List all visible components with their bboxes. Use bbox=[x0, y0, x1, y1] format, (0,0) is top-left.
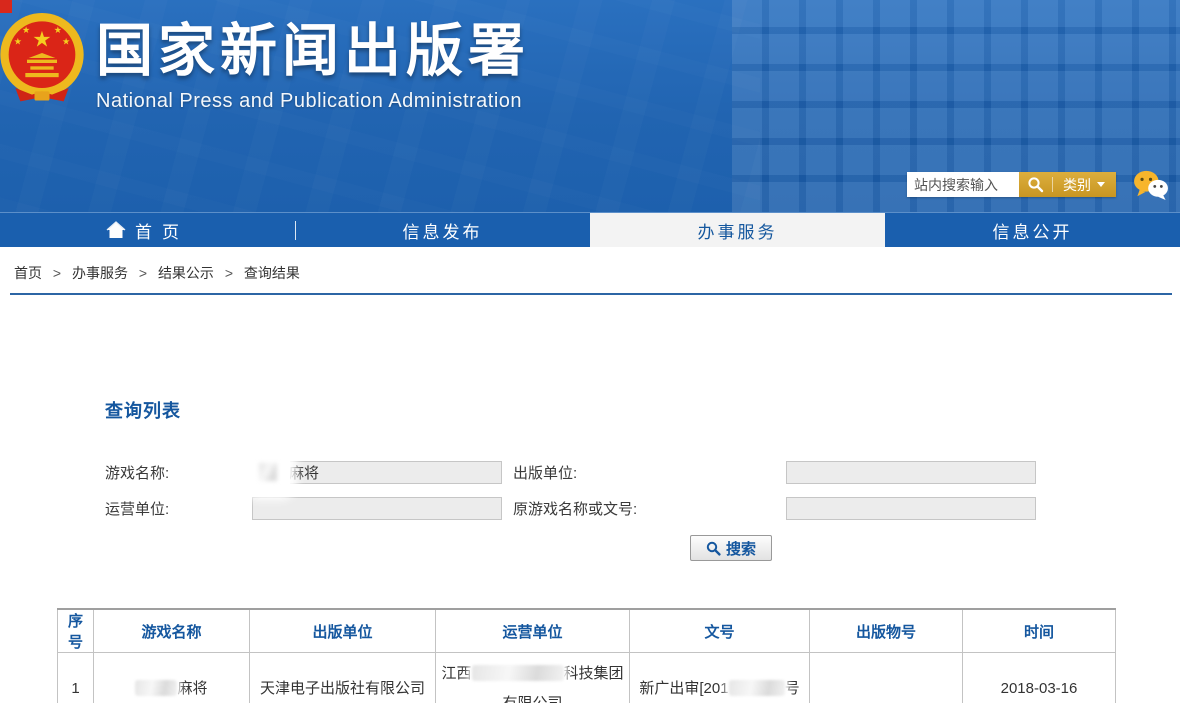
svg-text:★: ★ bbox=[62, 37, 70, 47]
nav-label-services: 办事服务 bbox=[698, 218, 778, 243]
breadcrumb-query-result: 查询结果 bbox=[244, 265, 300, 281]
nav-item-info-disclosure[interactable]: 信息公开 bbox=[885, 213, 1180, 247]
home-icon bbox=[106, 221, 126, 239]
table-header-row: 序号 游戏名称 出版单位 运营单位 文号 出版物号 时间 bbox=[58, 609, 1116, 653]
redaction-blur bbox=[135, 680, 177, 696]
col-header-doc-number: 文号 bbox=[630, 609, 810, 653]
main-content: 查询列表 游戏名称: 出版单位: 运营单位: 原游戏名称或文号: bbox=[0, 296, 1180, 703]
wechat-icon[interactable] bbox=[1132, 169, 1170, 201]
col-header-index: 序号 bbox=[58, 609, 94, 653]
svg-text:★: ★ bbox=[32, 26, 51, 51]
redaction-blur bbox=[472, 665, 564, 681]
operator-text-prefix: 江西 bbox=[441, 665, 471, 682]
cell-game-name: 麻将 bbox=[94, 653, 250, 703]
nav-label-home: 首页 bbox=[135, 218, 189, 243]
operator-label: 运营单位: bbox=[105, 498, 252, 519]
site-title: 国家新闻出版署 bbox=[96, 14, 530, 88]
page: ★ ★ ★ ★ ★ 国家新闻出版署 National Press and Pub… bbox=[0, 0, 1180, 703]
svg-text:★: ★ bbox=[22, 25, 30, 35]
breadcrumb: 首页 > 办事服务 > 结果公示 > 查询结果 bbox=[0, 247, 1180, 296]
search-button[interactable]: 搜索 bbox=[690, 535, 772, 561]
query-form: 游戏名称: 出版单位: 运营单位: 原游戏名称或文号: 搜索 bbox=[0, 454, 1180, 561]
game-name-label: 游戏名称: bbox=[105, 462, 252, 483]
cell-publication-number bbox=[810, 653, 963, 703]
cell-publisher: 天津电子出版社有限公司 bbox=[250, 653, 436, 703]
search-icon bbox=[1027, 176, 1044, 193]
nav-divider bbox=[295, 221, 296, 240]
site-search-input[interactable] bbox=[907, 172, 1019, 197]
breadcrumb-separator: > bbox=[139, 265, 147, 281]
nav-item-services[interactable]: 办事服务 bbox=[590, 213, 885, 247]
doc-number-suffix: 号 bbox=[785, 680, 800, 697]
site-title-en: National Press and Publication Administr… bbox=[96, 90, 530, 113]
search-gold-bar: 类别 bbox=[1019, 172, 1116, 197]
search-icon bbox=[706, 541, 721, 556]
nav-item-home[interactable]: 首页 bbox=[0, 213, 295, 247]
breadcrumb-separator: > bbox=[53, 265, 61, 281]
national-emblem-logo: ★ ★ ★ ★ ★ bbox=[0, 6, 92, 110]
nav-label-info-release: 信息发布 bbox=[403, 218, 483, 243]
nav-label-info-disclosure: 信息公开 bbox=[993, 218, 1073, 243]
nav-item-info-release[interactable]: 信息发布 bbox=[295, 213, 590, 247]
chevron-down-icon bbox=[1097, 182, 1105, 187]
category-dropdown[interactable]: 类别 bbox=[1053, 172, 1116, 197]
table-row: 1 麻将 天津电子出版社有限公司 江西科技集团有限公司 新广出审[201 号 20… bbox=[58, 653, 1116, 703]
site-search: 类别 bbox=[907, 172, 1116, 197]
svg-text:★: ★ bbox=[54, 25, 62, 35]
results-table: 序号 游戏名称 出版单位 运营单位 文号 出版物号 时间 1 麻将 天津电子出版… bbox=[57, 608, 1116, 703]
publisher-input[interactable] bbox=[786, 461, 1036, 484]
site-header: ★ ★ ★ ★ ★ 国家新闻出版署 National Press and Pub… bbox=[0, 0, 1180, 212]
doc-number-prefix: 新广出审[201 bbox=[639, 680, 728, 697]
operator-input[interactable] bbox=[252, 497, 502, 520]
col-header-publication-number: 出版物号 bbox=[810, 609, 963, 653]
query-list-heading: 查询列表 bbox=[0, 296, 1180, 423]
original-name-label: 原游戏名称或文号: bbox=[513, 498, 786, 519]
cell-operator: 江西科技集团有限公司 bbox=[436, 653, 630, 703]
game-name-text: 麻将 bbox=[177, 680, 207, 697]
breadcrumb-results-publicity[interactable]: 结果公示 bbox=[158, 265, 214, 281]
breadcrumb-separator: > bbox=[225, 265, 233, 281]
category-label: 类别 bbox=[1063, 175, 1091, 195]
main-nav: 首页 信息发布 办事服务 信息公开 bbox=[0, 212, 1180, 247]
svg-text:★: ★ bbox=[14, 37, 22, 47]
game-name-input[interactable] bbox=[252, 461, 502, 484]
title-block: 国家新闻出版署 National Press and Publication A… bbox=[96, 14, 530, 113]
original-name-input[interactable] bbox=[786, 497, 1036, 520]
redaction-blur bbox=[729, 680, 785, 696]
col-header-game-name: 游戏名称 bbox=[94, 609, 250, 653]
col-header-operator: 运营单位 bbox=[436, 609, 630, 653]
breadcrumb-services[interactable]: 办事服务 bbox=[72, 265, 128, 281]
cell-index: 1 bbox=[58, 653, 94, 703]
cell-doc-number: 新广出审[201 号 bbox=[630, 653, 810, 703]
cell-date: 2018-03-16 bbox=[963, 653, 1116, 703]
publisher-label: 出版单位: bbox=[513, 462, 786, 483]
search-button-label: 搜索 bbox=[726, 538, 756, 559]
breadcrumb-home[interactable]: 首页 bbox=[14, 265, 42, 281]
site-search-button[interactable] bbox=[1019, 172, 1052, 197]
col-header-date: 时间 bbox=[963, 609, 1116, 653]
col-header-publisher: 出版单位 bbox=[250, 609, 436, 653]
breadcrumb-underline bbox=[10, 293, 1172, 295]
